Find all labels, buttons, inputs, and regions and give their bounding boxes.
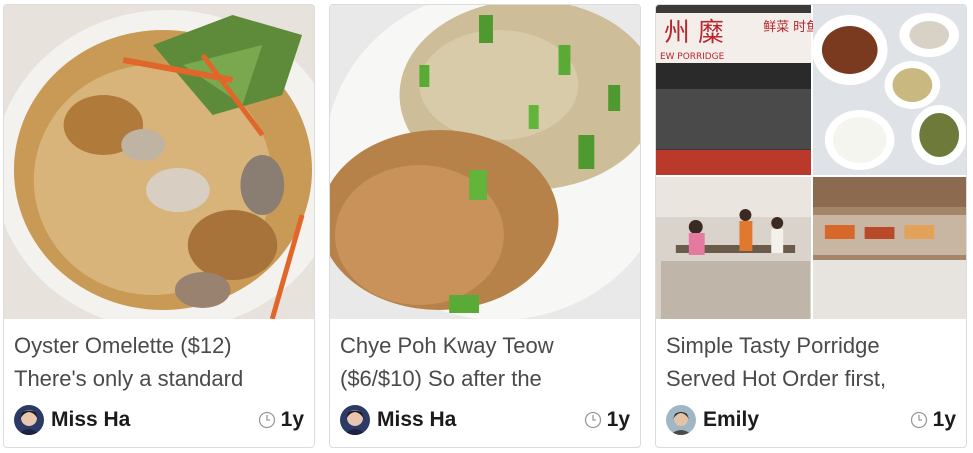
porridge-shop-collage-photo[interactable]: 州 糜 鲜菜 时鱼 EW PORRIDGE bbox=[656, 5, 966, 319]
oyster-omelette-photo[interactable] bbox=[4, 5, 314, 319]
clock-icon bbox=[910, 411, 927, 429]
avatar[interactable] bbox=[14, 405, 44, 435]
avatar[interactable] bbox=[666, 405, 696, 435]
post-card-grid: Oyster Omelette ($12) There's only a sta… bbox=[0, 0, 973, 453]
post-meta: Emily 1y bbox=[666, 403, 956, 437]
author-name[interactable]: Miss Ha bbox=[377, 408, 456, 432]
post-excerpt: Served Hot Order first, bbox=[666, 366, 887, 391]
clock-icon bbox=[584, 411, 601, 429]
post-meta: Miss Ha 1y bbox=[340, 403, 630, 437]
author-name[interactable]: Emily bbox=[703, 408, 759, 432]
post-meta: Miss Ha 1y bbox=[14, 403, 304, 437]
author-name[interactable]: Miss Ha bbox=[51, 408, 130, 432]
post-excerpt: There's only a standard bbox=[14, 366, 244, 391]
post-snippet[interactable]: Oyster Omelette ($12) There's only a sta… bbox=[14, 329, 306, 395]
age-label: 1y bbox=[606, 408, 630, 431]
post-card[interactable]: 州 糜 鲜菜 时鱼 EW PORRIDGE Simple Tasty Porri… bbox=[655, 4, 967, 448]
post-age: 1y bbox=[258, 408, 304, 432]
post-age: 1y bbox=[584, 408, 630, 432]
post-snippet[interactable]: Simple Tasty Porridge Served Hot Order f… bbox=[666, 329, 958, 395]
clock-icon bbox=[258, 411, 275, 429]
post-age: 1y bbox=[910, 408, 956, 432]
shop-sign-text: 州 糜 bbox=[664, 18, 724, 48]
post-card[interactable]: Chye Poh Kway Teow ($6/$10) So after the… bbox=[329, 4, 641, 448]
post-card[interactable]: Oyster Omelette ($12) There's only a sta… bbox=[3, 4, 315, 448]
post-title[interactable]: Chye Poh Kway Teow bbox=[340, 329, 632, 362]
post-title[interactable]: Simple Tasty Porridge bbox=[666, 329, 958, 362]
post-title[interactable]: Oyster Omelette ($12) bbox=[14, 329, 306, 362]
shop-sign-side: 鲜菜 时鱼 bbox=[763, 19, 819, 35]
shop-sign-subtitle: EW PORRIDGE bbox=[660, 52, 725, 62]
age-label: 1y bbox=[932, 408, 956, 431]
chye-poh-kway-teow-photo[interactable] bbox=[330, 5, 640, 319]
age-label: 1y bbox=[280, 408, 304, 431]
avatar[interactable] bbox=[340, 405, 370, 435]
post-excerpt: ($6/$10) So after the bbox=[340, 366, 542, 391]
post-snippet[interactable]: Chye Poh Kway Teow ($6/$10) So after the bbox=[340, 329, 632, 395]
